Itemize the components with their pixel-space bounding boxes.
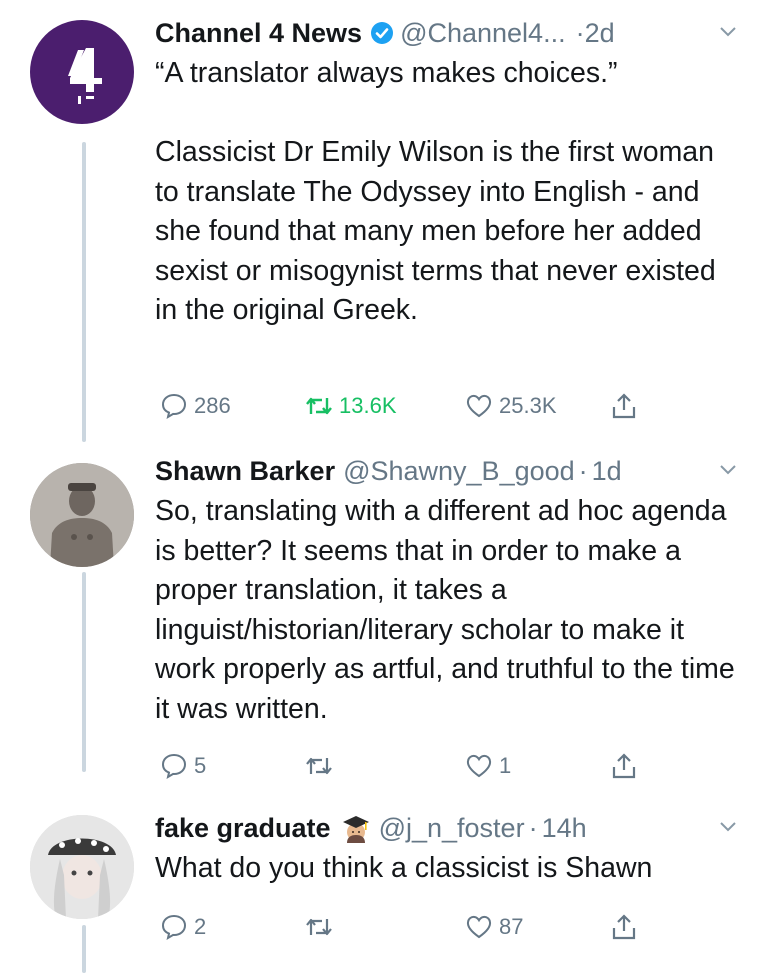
like-button[interactable]: 87 — [465, 913, 523, 941]
separator-dot: · — [578, 456, 588, 486]
timestamp[interactable]: 1d — [592, 454, 622, 488]
like-count: 25.3K — [499, 393, 557, 418]
share-button[interactable] — [610, 392, 644, 420]
reply-button[interactable]: 5 — [160, 752, 206, 780]
tweet-actions: 2 87 — [0, 913, 768, 947]
reply-count: 2 — [194, 914, 207, 939]
retweet-icon — [306, 397, 332, 415]
share-button[interactable] — [610, 752, 644, 780]
retweet-count: 13.6K — [339, 393, 397, 418]
tweet-header: Channel 4 News @Channel4... · 2d — [155, 16, 738, 50]
like-icon — [466, 394, 492, 418]
reply-icon — [161, 393, 187, 420]
like-icon — [466, 915, 492, 939]
chevron-down-icon[interactable] — [718, 817, 738, 837]
separator-dot: · — [575, 18, 585, 48]
retweet-button[interactable] — [305, 752, 339, 780]
tweet[interactable]: Channel 4 News @Channel4... · 2d “A tran… — [0, 0, 768, 450]
like-button[interactable]: 1 — [465, 752, 511, 780]
separator-dot: · — [528, 813, 538, 843]
like-count: 87 — [499, 914, 524, 939]
retweet-button[interactable] — [305, 913, 339, 941]
timestamp[interactable]: 2d — [585, 16, 615, 50]
retweet-icon — [306, 918, 332, 936]
user-photo — [30, 815, 134, 919]
chevron-down-icon[interactable] — [718, 22, 738, 42]
user-handle[interactable]: @j_n_foster — [379, 811, 525, 845]
reply-icon — [161, 914, 187, 941]
like-button[interactable]: 25.3K — [465, 392, 557, 420]
like-count: 1 — [499, 753, 512, 778]
tweet-text: So, translating with a different ad hoc … — [155, 495, 735, 725]
reply-count: 5 — [194, 753, 207, 778]
display-name[interactable]: Channel 4 News — [155, 16, 362, 50]
tweet-actions: 286 13.6K 25.3K — [0, 392, 768, 426]
share-icon — [612, 914, 636, 940]
share-icon — [612, 393, 636, 419]
avatar[interactable] — [30, 463, 134, 567]
tweet-header: Shawn Barker @Shawny_B_good · 1d — [155, 454, 738, 488]
tweet[interactable]: Shawn Barker @Shawny_B_good · 1d So, tra… — [0, 450, 768, 795]
channel4-logo-icon — [68, 48, 102, 104]
display-name[interactable]: fake graduate — [155, 811, 331, 845]
chevron-down-icon[interactable] — [718, 460, 738, 480]
share-button[interactable] — [610, 913, 644, 941]
graduate-emoji-icon — [342, 816, 369, 843]
tweet-actions: 5 1 — [0, 752, 768, 786]
reply-count: 286 — [194, 393, 231, 418]
tweet-text: “A translator always makes choices.” Cla… — [155, 57, 716, 326]
verified-badge-icon — [371, 22, 394, 44]
retweet-icon — [306, 757, 332, 775]
tweet-text: What do you think a classicist is Shawn — [155, 852, 653, 884]
share-icon — [612, 753, 636, 779]
reply-button[interactable]: 286 — [160, 392, 231, 420]
user-handle[interactable]: @Shawny_B_good — [343, 454, 575, 488]
user-photo — [30, 463, 134, 567]
reply-icon — [161, 753, 187, 780]
user-handle[interactable]: @Channel4... — [400, 16, 566, 50]
timestamp[interactable]: 14h — [542, 811, 587, 845]
display-name[interactable]: Shawn Barker — [155, 454, 335, 488]
tweet-header: fake graduate @j_n_foster · 14h — [155, 811, 738, 845]
avatar[interactable] — [30, 815, 134, 919]
reply-button[interactable]: 2 — [160, 913, 206, 941]
avatar[interactable] — [30, 20, 134, 124]
tweet[interactable]: fake graduate @j_n_foster · 14h What do … — [0, 795, 768, 973]
like-icon — [466, 754, 492, 778]
retweet-button[interactable]: 13.6K — [305, 392, 397, 420]
